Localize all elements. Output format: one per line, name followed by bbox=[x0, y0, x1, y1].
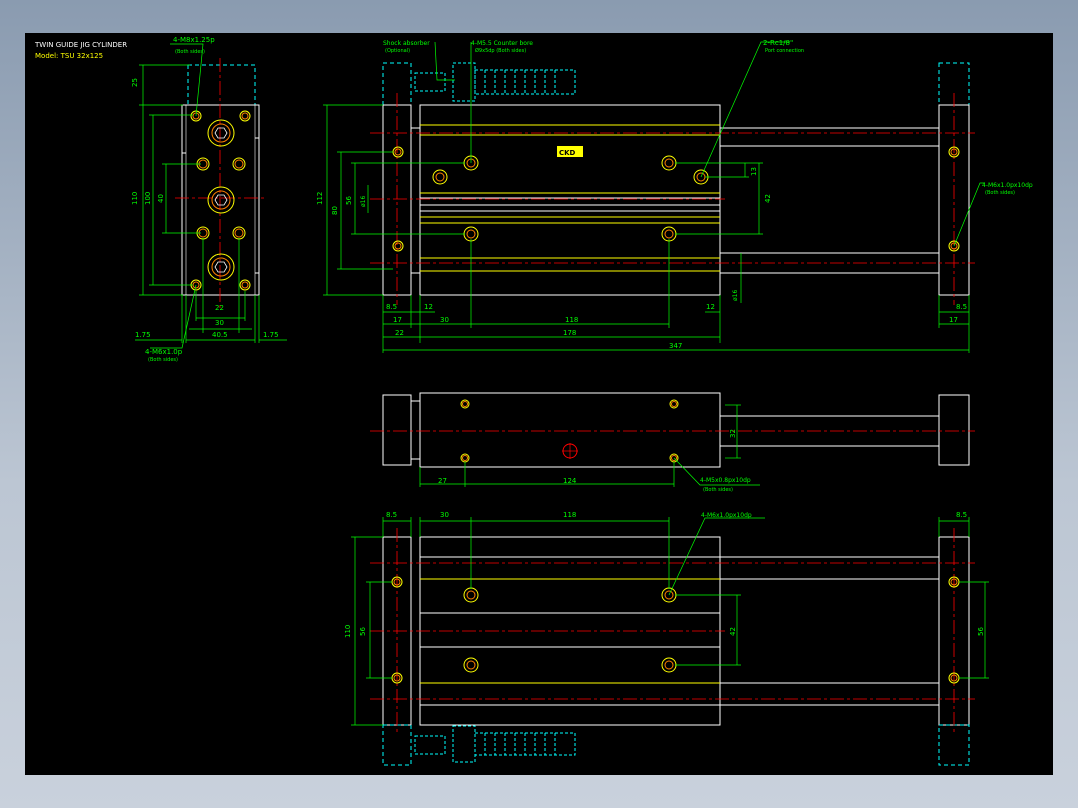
dim-100: 100 bbox=[144, 192, 152, 205]
dim-o16-b: ø16 bbox=[732, 290, 739, 301]
dim-bot-42: 42 bbox=[729, 627, 737, 636]
dim-32: 32 bbox=[729, 429, 737, 438]
dim-bot-56-b: 56 bbox=[977, 627, 985, 636]
dim-8-5-a: 8.5 bbox=[386, 303, 397, 311]
dim-1-75-right: 1.75 bbox=[263, 331, 279, 339]
bottom-view: 8.5 8.5 30 118 110 56 42 56 4-M6x1.0px10… bbox=[344, 511, 989, 766]
dim-22: 22 bbox=[215, 304, 224, 312]
dim-bot-30: 30 bbox=[440, 511, 449, 519]
title-line-1: TWIN GUIDE JIG CYLINDER bbox=[34, 41, 127, 49]
dim-347: 347 bbox=[669, 342, 682, 350]
callout-bottom-hole: 4-M6x1.0px10dp bbox=[701, 512, 752, 519]
dim-bot-8-5-b: 8.5 bbox=[956, 511, 967, 519]
callout-shock: Shock absorber bbox=[383, 40, 430, 47]
dim-12-a: 12 bbox=[424, 303, 433, 311]
dim-80: 80 bbox=[331, 206, 339, 215]
callout-mid-hole: 4-M5x0.8px10dp bbox=[700, 477, 751, 484]
dim-40: 40 bbox=[157, 194, 165, 203]
side-view: 32 27 124 4-M5x0.8px10dp (Both sides) bbox=[370, 392, 975, 493]
dim-178: 178 bbox=[563, 329, 576, 337]
dim-124: 124 bbox=[563, 477, 577, 485]
end-view: 25 110 100 40 22 30 40.5 1.75 1.75 4-M8x… bbox=[131, 36, 287, 363]
drawing-canvas: TWIN GUIDE JIG CYLINDER Model: TSU 32x12… bbox=[34, 36, 1033, 766]
dim-bot-118: 118 bbox=[563, 511, 576, 519]
dim-22: 22 bbox=[395, 329, 404, 337]
dim-17-b: 17 bbox=[949, 316, 958, 324]
dim-13: 13 bbox=[750, 167, 758, 176]
dim-bot-110: 110 bbox=[344, 625, 352, 638]
dim-30: 30 bbox=[440, 316, 449, 324]
title-line-2: Model: TSU 32x125 bbox=[35, 52, 103, 60]
dim-bot-56: 56 bbox=[359, 627, 367, 636]
callout-counter-sub: Ø9x5dp (Both sides) bbox=[475, 47, 526, 54]
dim-25: 25 bbox=[131, 78, 139, 87]
callout-port-sub: Port connection bbox=[765, 48, 804, 54]
dim-110: 110 bbox=[131, 192, 139, 205]
dim-8-5-b: 8.5 bbox=[956, 303, 967, 311]
top-view: CKD 112 80 56 ø16 13 42 ø16 8.5 8.5 12 1… bbox=[316, 39, 1033, 353]
cad-viewport[interactable]: TWIN GUIDE JIG CYLINDER Model: TSU 32x12… bbox=[25, 33, 1053, 775]
callout-right-hole-sub: (Both sides) bbox=[985, 190, 1015, 196]
dim-30: 30 bbox=[215, 319, 224, 327]
nameplate-label: CKD bbox=[559, 149, 576, 157]
callout-m6: 4-M6x1.0p bbox=[145, 348, 183, 356]
callout-mid-hole-sub: (Both sides) bbox=[703, 487, 733, 493]
dim-27: 27 bbox=[438, 477, 447, 485]
callout-m8-sub: (Both sides) bbox=[175, 49, 205, 55]
dim-o16: ø16 bbox=[360, 196, 367, 207]
dim-17-a: 17 bbox=[393, 316, 402, 324]
dim-56: 56 bbox=[345, 196, 353, 205]
dim-42: 42 bbox=[764, 194, 772, 203]
dim-12-b: 12 bbox=[706, 303, 715, 311]
dim-1-75-left: 1.75 bbox=[135, 331, 151, 339]
callout-m6-sub: (Both sides) bbox=[148, 357, 178, 363]
callout-port: 2-Rc1/8" bbox=[763, 39, 793, 47]
callout-m8: 4-M8x1.25p bbox=[173, 36, 215, 44]
dim-118: 118 bbox=[565, 316, 578, 324]
callout-right-hole: 4-M6x1.0px10dp bbox=[982, 182, 1033, 189]
dim-40-5: 40.5 bbox=[212, 331, 228, 339]
callout-shock-sub: (Optional) bbox=[385, 48, 410, 54]
dim-112: 112 bbox=[316, 192, 324, 205]
dim-bot-8-5-a: 8.5 bbox=[386, 511, 397, 519]
callout-counter: 4-M5.5 Counter bore bbox=[471, 40, 533, 47]
